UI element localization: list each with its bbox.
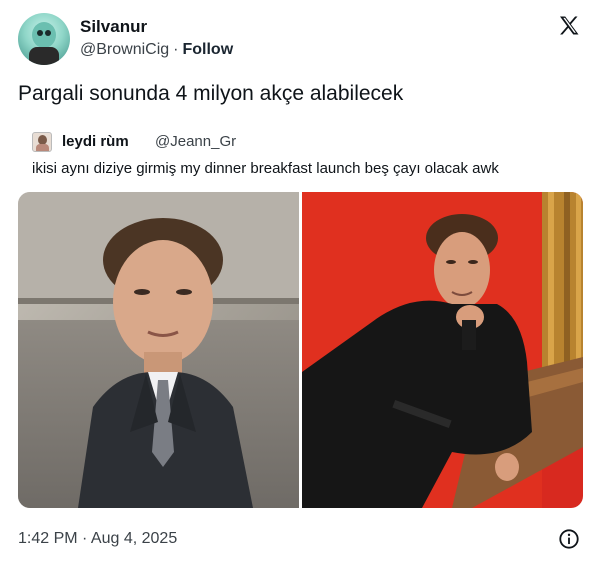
avatar-figure-body [29,47,59,65]
author-handle[interactable]: @BrowniCig [80,41,169,58]
quoted-author-avatar[interactable] [32,132,52,152]
handle-separator: · [173,41,179,58]
quoted-avatar-body [36,144,49,151]
author-handle-line: @BrowniCig · Follow [80,41,233,59]
quoted-author-handle[interactable]: @Jeann_Gr [155,133,236,150]
avatar-figure-head [32,22,56,48]
avatar-eye-left [37,30,43,36]
photo-right[interactable] [302,192,583,508]
info-icon[interactable] [558,528,580,550]
follow-button[interactable]: Follow [182,41,233,58]
quoted-author-name[interactable]: leydi rùm [62,133,129,150]
photo-left[interactable] [18,192,299,508]
author-avatar[interactable] [18,13,70,65]
author-name[interactable]: Silvanur [80,17,147,37]
x-logo-icon[interactable] [557,14,581,38]
avatar-eye-right [45,30,51,36]
media-grid [18,192,583,508]
photo-left-image [18,192,299,508]
photo-right-image [302,192,583,508]
timestamp[interactable]: 1:42 PM · Aug 4, 2025 [18,530,177,548]
tweet-text: Pargali sonunda 4 milyon akçe alabilecek [18,82,404,105]
quoted-tweet-text: ikisi aynı diziye girmiş my dinner break… [32,160,499,177]
